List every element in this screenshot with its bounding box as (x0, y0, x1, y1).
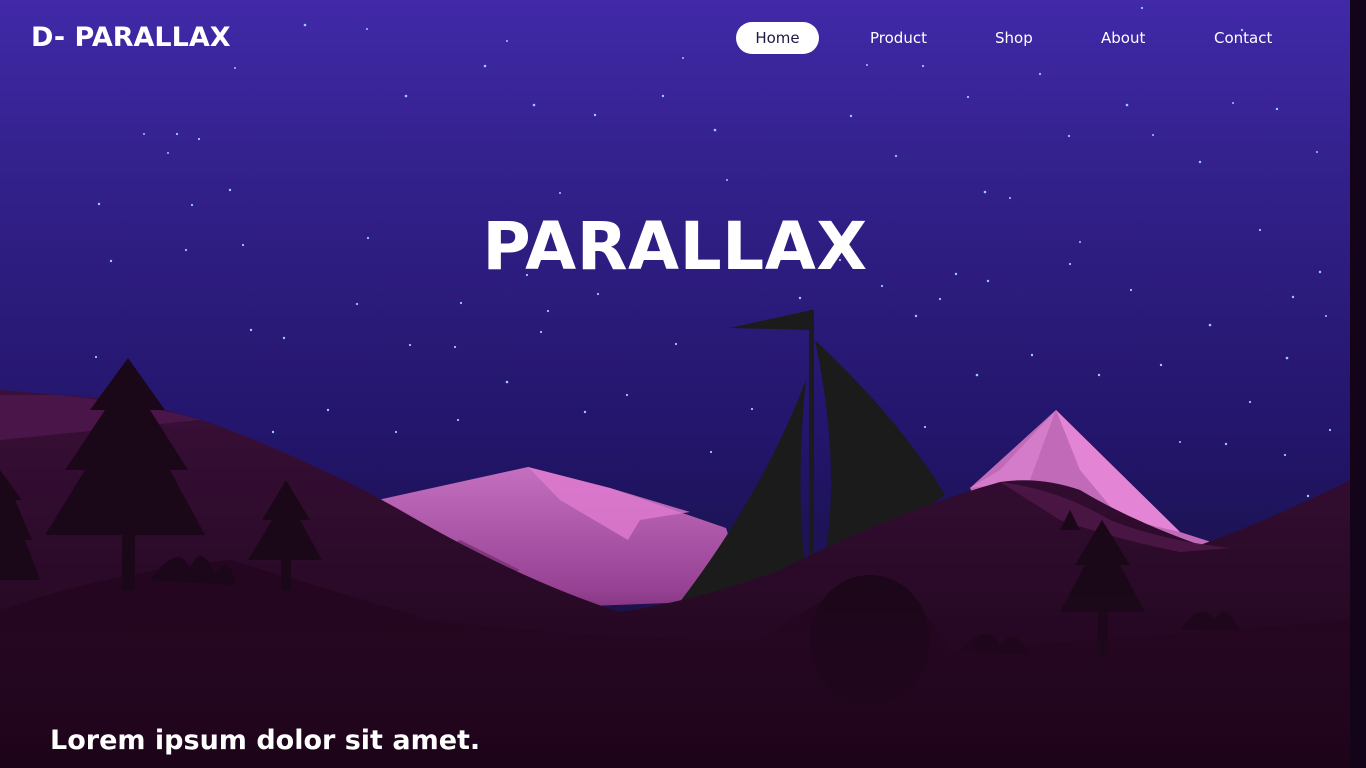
nav-item-about[interactable]: About (1081, 22, 1165, 54)
nav-item-contact[interactable]: Contact (1194, 22, 1292, 54)
hero-title: PARALLAX (482, 208, 868, 285)
page: PARALLAX Lorem ipsum dolor sit amet. D- … (0, 0, 1366, 768)
nav-item-product[interactable]: Product (850, 22, 947, 54)
boat-flag (729, 310, 812, 330)
scrollbar[interactable] (1350, 0, 1366, 768)
main-nav: Home Product Shop About Contact (0, 22, 1350, 56)
nav-item-home[interactable]: Home (736, 22, 819, 54)
section-heading: Lorem ipsum dolor sit amet. (50, 725, 481, 756)
nav-item-shop[interactable]: Shop (975, 22, 1053, 54)
parallax-hero-scene: PARALLAX Lorem ipsum dolor sit amet. (0, 0, 1350, 768)
landscape-illustration (0, 6, 1350, 768)
